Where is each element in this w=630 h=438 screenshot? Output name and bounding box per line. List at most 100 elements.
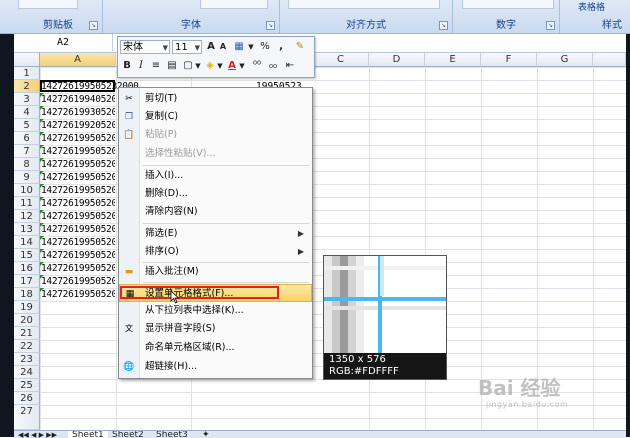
row-header-11[interactable]: 11 — [14, 197, 40, 210]
font-name-combo[interactable]: 宋体 ▼ — [120, 40, 170, 54]
accounting-format-icon[interactable]: ▦ — [232, 40, 246, 54]
grow-font-button[interactable]: A — [205, 40, 217, 54]
row-header-17[interactable]: 17 — [14, 275, 40, 288]
menu-item-define-name[interactable]: 命名单元格区域(R)... — [119, 339, 312, 357]
cell-a4[interactable]: 14272619930520 — [41, 106, 115, 119]
error-indicator[interactable] — [40, 275, 44, 279]
menu-item-delete[interactable]: 删除(D)... — [119, 185, 312, 203]
row-header-25[interactable]: 25 — [14, 379, 40, 392]
row-header-21[interactable]: 21 — [14, 327, 40, 340]
merge-center-icon[interactable]: ▤ — [165, 59, 179, 73]
column-header-d[interactable]: D — [369, 53, 425, 67]
bold-button[interactable]: B — [121, 59, 133, 73]
error-indicator[interactable] — [40, 249, 44, 253]
row-header-27[interactable]: 27 — [14, 405, 40, 430]
cell-a9[interactable]: 14272619950520 — [41, 171, 115, 184]
cell-a10[interactable]: 14272619950520 — [41, 184, 115, 197]
row-header-5[interactable]: 5 — [14, 119, 40, 132]
cell-a3[interactable]: 14272619940520 — [41, 93, 115, 106]
dialog-launcher-icon[interactable]: ↘ — [89, 21, 98, 30]
chevron-down-icon[interactable]: ▼ — [195, 59, 201, 73]
cell-a11[interactable]: 14272619950520 — [41, 197, 115, 210]
shrink-font-button[interactable]: A — [218, 40, 228, 54]
row-header-13[interactable]: 13 — [14, 223, 40, 236]
menu-item-copy[interactable]: ❐ 复制(C) — [119, 108, 312, 126]
italic-button[interactable]: I — [135, 59, 147, 73]
row-header-10[interactable]: 10 — [14, 184, 40, 197]
row-header-7[interactable]: 7 — [14, 145, 40, 158]
row-header-4[interactable]: 4 — [14, 106, 40, 119]
error-indicator[interactable] — [40, 223, 44, 227]
row-header-1[interactable]: 1 — [14, 67, 40, 80]
error-indicator[interactable] — [40, 145, 44, 149]
menu-item-paste-special[interactable]: 选择性粘贴(V)... — [119, 145, 312, 163]
decrease-decimal-icon[interactable]: ₀₀ — [266, 59, 280, 73]
row-header-22[interactable]: 22 — [14, 340, 40, 353]
percent-button[interactable]: % — [258, 40, 272, 54]
cell-a14[interactable]: 14272619950520 — [41, 236, 115, 249]
error-indicator[interactable] — [40, 106, 44, 110]
cell-a15[interactable]: 14272619950520 — [41, 249, 115, 262]
name-box[interactable]: A2 — [14, 34, 113, 51]
column-header-f[interactable]: F — [481, 53, 537, 67]
column-header-e[interactable]: E — [425, 53, 481, 67]
menu-item-clear-contents[interactable]: 清除内容(N) — [119, 203, 312, 221]
row-header-9[interactable]: 9 — [14, 171, 40, 184]
menu-item-filter[interactable]: 筛选(E) ▶ — [119, 225, 312, 243]
row-header-23[interactable]: 23 — [14, 353, 40, 366]
outdent-icon[interactable]: ⇤ — [283, 59, 297, 73]
error-indicator[interactable] — [40, 288, 44, 292]
menu-item-insert-comment[interactable]: ▬ 插入批注(M) — [119, 263, 312, 281]
cell-a12[interactable]: 14272619950520 — [41, 210, 115, 223]
error-indicator[interactable] — [40, 132, 44, 136]
increase-decimal-icon[interactable]: ⁰⁰ — [250, 59, 264, 73]
row-header-20[interactable]: 20 — [14, 314, 40, 327]
font-color-button[interactable]: A — [226, 59, 238, 73]
column-header-c[interactable]: C — [313, 53, 369, 67]
menu-item-pick-from-list[interactable]: 从下拉列表中选择(K)... — [119, 302, 312, 320]
row-header-18[interactable]: 18 — [14, 288, 40, 301]
chevron-down-icon[interactable]: ▼ — [217, 59, 223, 73]
cell-a13[interactable]: 14272619950520 — [41, 223, 115, 236]
column-header-h[interactable] — [593, 53, 626, 67]
row-header-8[interactable]: 8 — [14, 158, 40, 171]
chevron-down-icon[interactable]: ▼ — [195, 41, 200, 55]
menu-item-cut[interactable]: ✂ 剪切(T) — [119, 90, 312, 108]
chevron-down-icon[interactable]: ▼ — [163, 41, 168, 55]
menu-item-sort[interactable]: 排序(O) ▶ — [119, 243, 312, 261]
error-indicator[interactable] — [40, 210, 44, 214]
format-painter-icon[interactable]: ✎ — [292, 40, 308, 54]
error-indicator[interactable] — [40, 262, 44, 266]
error-indicator[interactable] — [40, 197, 44, 201]
row-header-19[interactable]: 19 — [14, 301, 40, 314]
dialog-launcher-icon[interactable]: ↘ — [439, 21, 448, 30]
row-header-26[interactable]: 26 — [14, 392, 40, 405]
menu-item-insert[interactable]: 插入(I)... — [119, 167, 312, 185]
cell-a7[interactable]: 14272619950520 — [41, 145, 115, 158]
column-header-g[interactable]: G — [537, 53, 593, 67]
row-header-14[interactable]: 14 — [14, 236, 40, 249]
font-size-combo[interactable]: 11 ▼ — [172, 40, 202, 54]
menu-item-show-phonetic[interactable]: 文 显示拼音字段(S) — [119, 320, 312, 338]
error-indicator[interactable] — [40, 93, 44, 97]
dialog-launcher-icon[interactable]: ↘ — [546, 21, 555, 30]
row-header-16[interactable]: 16 — [14, 262, 40, 275]
cell-a8[interactable]: 14272619950520 — [41, 158, 115, 171]
chevron-down-icon[interactable]: ▼ — [248, 40, 254, 54]
row-header-24[interactable]: 24 — [14, 366, 40, 379]
row-header-6[interactable]: 6 — [14, 132, 40, 145]
error-indicator[interactable] — [40, 184, 44, 188]
error-indicator[interactable] — [40, 158, 44, 162]
menu-item-hyperlink[interactable]: 🌐 超链接(H)... — [119, 358, 312, 376]
row-header-12[interactable]: 12 — [14, 210, 40, 223]
cell-a5[interactable]: 14272619920520 — [41, 119, 115, 132]
center-align-icon[interactable]: ≡ — [149, 59, 163, 73]
error-indicator[interactable] — [40, 119, 44, 123]
cell-a6[interactable]: 14272619950520 — [41, 132, 115, 145]
column-header-a[interactable]: A — [40, 53, 116, 67]
cell-a18[interactable]: 14272619950520 — [41, 288, 115, 301]
borders-icon[interactable]: ▢ — [181, 59, 195, 73]
comma-button[interactable]: , — [276, 40, 286, 54]
ribbon-table-format-label[interactable]: 表格格 — [578, 0, 605, 13]
select-all-corner[interactable] — [14, 53, 40, 67]
